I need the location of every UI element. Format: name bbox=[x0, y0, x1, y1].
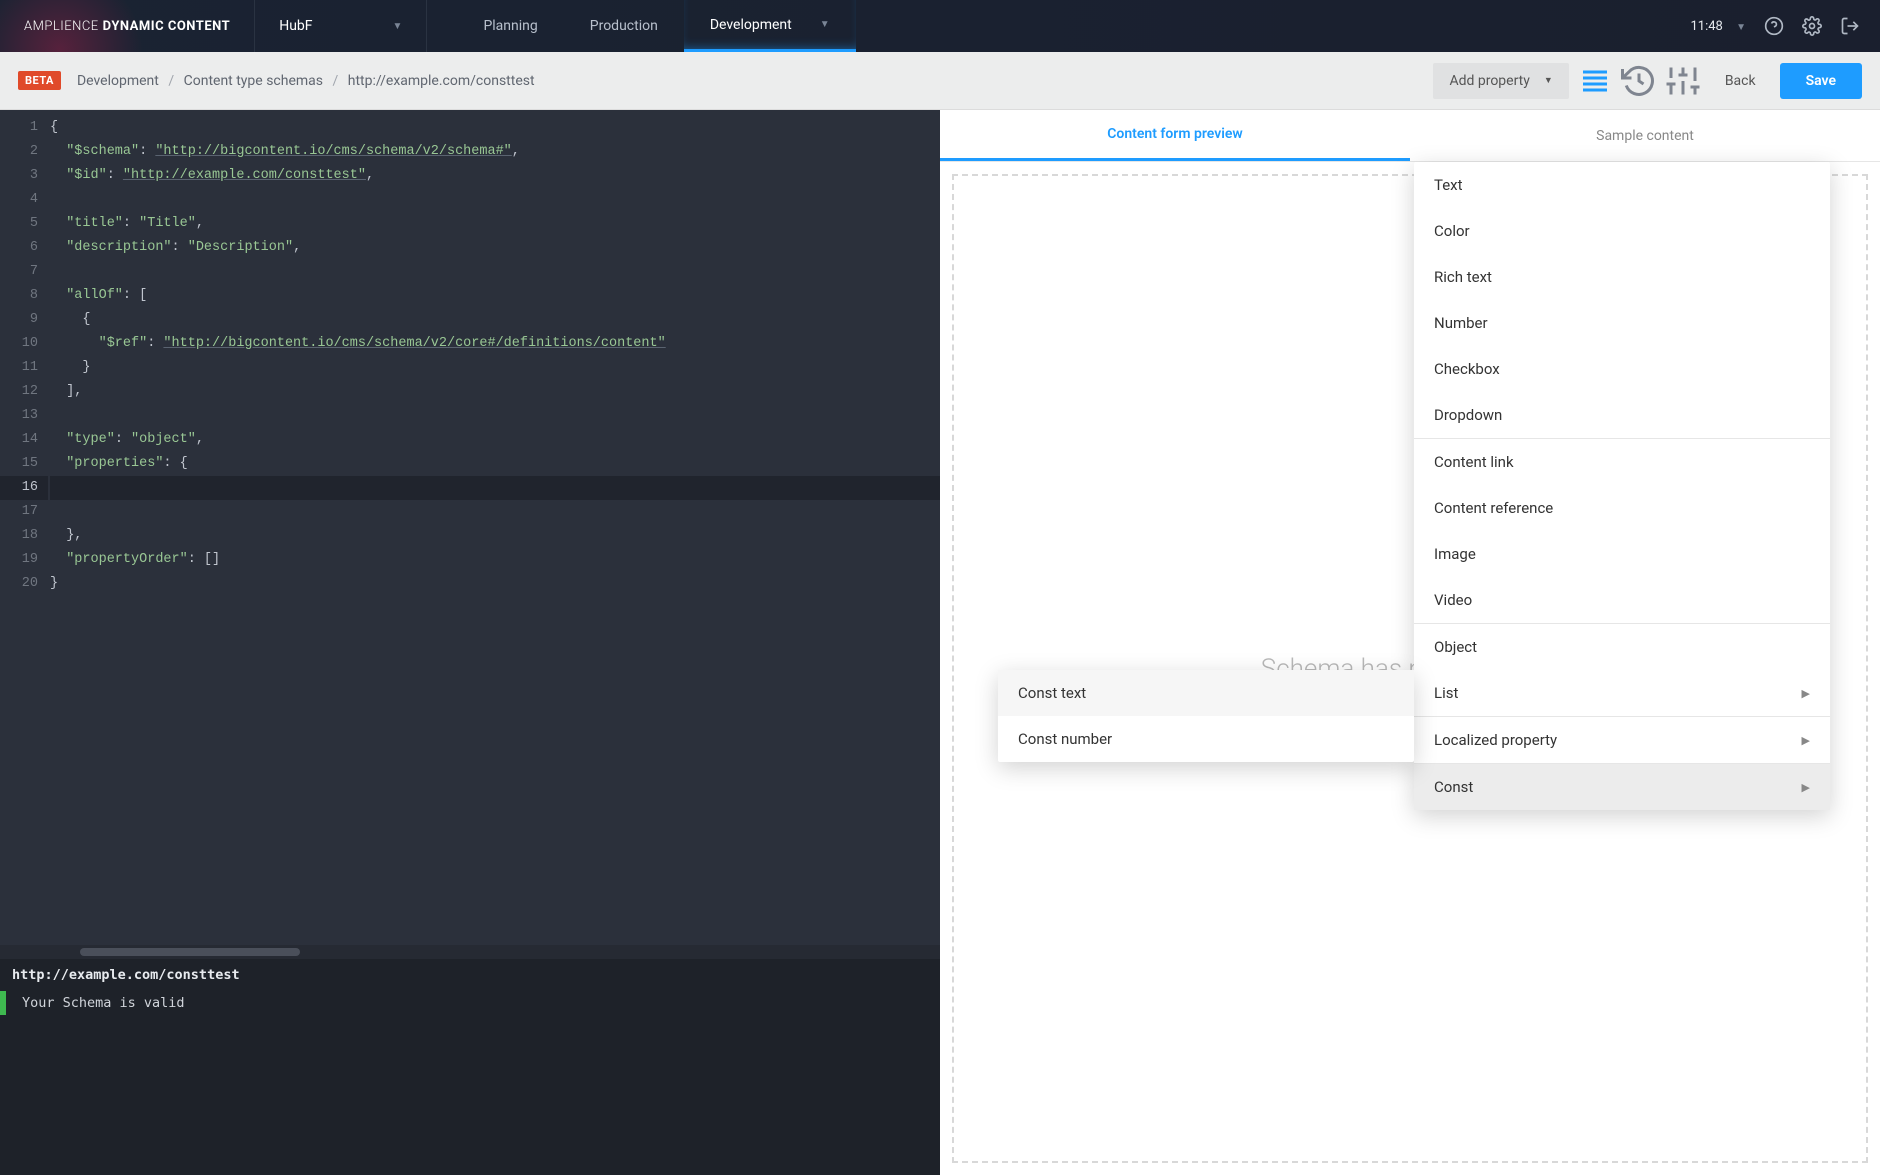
tab-content-form[interactable]: Content form preview bbox=[940, 110, 1410, 161]
menu-contentref[interactable]: Content reference bbox=[1414, 485, 1830, 531]
help-icon[interactable] bbox=[1764, 16, 1784, 36]
menu-contentlink[interactable]: Content link bbox=[1414, 439, 1830, 485]
brand-bold: DYNAMIC CONTENT bbox=[103, 19, 231, 34]
brand-light: AMPLIENCE bbox=[24, 19, 99, 34]
menu-const[interactable]: Const▶ bbox=[1414, 764, 1830, 810]
menu-const-number[interactable]: Const number bbox=[998, 716, 1414, 762]
main-area: 1234567891011121314151617181920 { "$sche… bbox=[0, 110, 1880, 1175]
crumb-current: http://example.com/consttest bbox=[348, 73, 535, 89]
nav-right: 11:48 ▼ bbox=[1690, 0, 1880, 52]
chevron-down-icon: ▼ bbox=[1544, 75, 1553, 86]
add-property-menu: Text Color Rich text Number Checkbox Dro… bbox=[1414, 162, 1830, 810]
chevron-down-icon: ▼ bbox=[393, 21, 403, 32]
editor-pane: 1234567891011121314151617181920 { "$sche… bbox=[0, 110, 940, 1175]
status-location: http://example.com/consttest bbox=[0, 959, 940, 991]
menu-color[interactable]: Color bbox=[1414, 208, 1830, 254]
hub-name: HubF bbox=[279, 18, 312, 34]
preview-pane: Content form preview Sample content Sche… bbox=[940, 110, 1880, 1175]
preview-body: Schema has no properties Text Color Rich… bbox=[940, 162, 1880, 1175]
menu-richtext[interactable]: Rich text bbox=[1414, 254, 1830, 300]
status-panel: http://example.com/consttest Your Schema… bbox=[0, 959, 940, 1175]
nav-development[interactable]: Development ▼ bbox=[684, 0, 856, 52]
status-message: Your Schema is valid bbox=[0, 991, 940, 1015]
logout-icon[interactable] bbox=[1840, 16, 1860, 36]
menu-dropdown[interactable]: Dropdown bbox=[1414, 392, 1830, 438]
menu-number[interactable]: Number bbox=[1414, 300, 1830, 346]
horizontal-scrollbar[interactable] bbox=[0, 945, 940, 959]
nav-tabs: Planning Production Development ▼ bbox=[457, 0, 855, 52]
format-icon[interactable] bbox=[1577, 63, 1613, 99]
history-icon[interactable] bbox=[1621, 63, 1657, 99]
brand-logo: AMPLIENCE DYNAMIC CONTENT bbox=[0, 0, 255, 52]
clock[interactable]: 11:48 ▼ bbox=[1690, 19, 1746, 34]
menu-list[interactable]: List▶ bbox=[1414, 670, 1830, 716]
menu-object[interactable]: Object bbox=[1414, 624, 1830, 670]
toolbar-right: Add property ▼ Back Save bbox=[1433, 63, 1862, 99]
chevron-down-icon: ▼ bbox=[820, 19, 830, 30]
code-content: { "$schema": "http://bigcontent.io/cms/s… bbox=[48, 110, 940, 945]
menu-text[interactable]: Text bbox=[1414, 162, 1830, 208]
nav-planning[interactable]: Planning bbox=[457, 0, 563, 52]
breadcrumb: Development / Content type schemas / htt… bbox=[77, 73, 535, 89]
code-editor[interactable]: 1234567891011121314151617181920 { "$sche… bbox=[0, 110, 940, 945]
gear-icon[interactable] bbox=[1802, 16, 1822, 36]
chevron-right-icon: ▶ bbox=[1802, 734, 1810, 747]
menu-video[interactable]: Video bbox=[1414, 577, 1830, 623]
menu-localized[interactable]: Localized property▶ bbox=[1414, 717, 1830, 763]
top-nav: AMPLIENCE DYNAMIC CONTENT HubF ▼ Plannin… bbox=[0, 0, 1880, 52]
add-property-button[interactable]: Add property ▼ bbox=[1433, 63, 1568, 99]
sub-toolbar: BETA Development / Content type schemas … bbox=[0, 52, 1880, 110]
tab-sample-content[interactable]: Sample content bbox=[1410, 110, 1880, 161]
beta-badge: BETA bbox=[18, 71, 61, 90]
line-gutter: 1234567891011121314151617181920 bbox=[0, 110, 48, 945]
nav-production[interactable]: Production bbox=[564, 0, 684, 52]
menu-image[interactable]: Image bbox=[1414, 531, 1830, 577]
crumb-schemas[interactable]: Content type schemas bbox=[184, 73, 323, 89]
chevron-down-icon: ▼ bbox=[1736, 22, 1746, 33]
crumb-development[interactable]: Development bbox=[77, 73, 159, 89]
settings-icon[interactable] bbox=[1665, 63, 1701, 99]
menu-const-text[interactable]: Const text bbox=[998, 670, 1414, 716]
menu-checkbox[interactable]: Checkbox bbox=[1414, 346, 1830, 392]
hub-selector[interactable]: HubF ▼ bbox=[255, 0, 427, 52]
const-submenu: Const text Const number bbox=[998, 670, 1414, 762]
preview-tabs: Content form preview Sample content bbox=[940, 110, 1880, 162]
save-button[interactable]: Save bbox=[1780, 63, 1862, 99]
chevron-right-icon: ▶ bbox=[1802, 687, 1810, 700]
chevron-right-icon: ▶ bbox=[1802, 781, 1810, 794]
back-button[interactable]: Back bbox=[1709, 65, 1772, 97]
